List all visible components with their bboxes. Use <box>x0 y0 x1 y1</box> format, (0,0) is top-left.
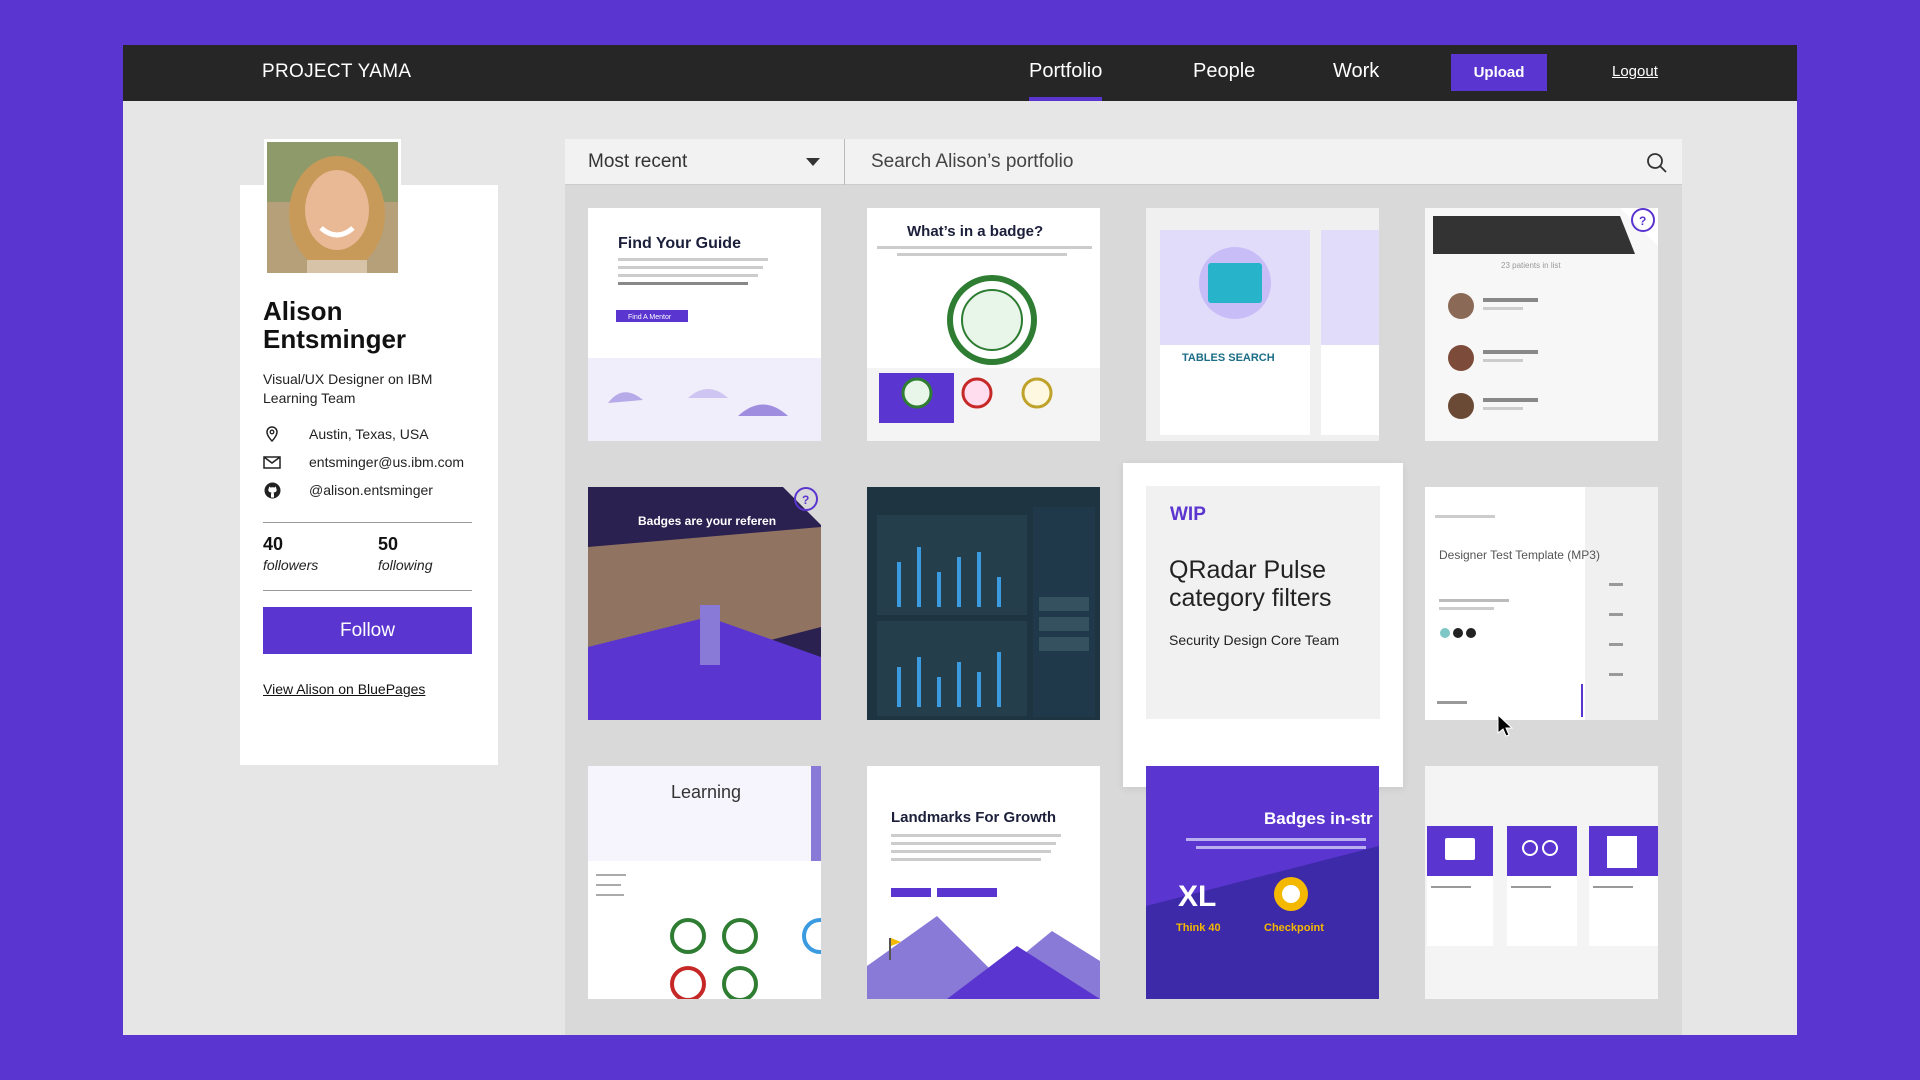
mail-icon <box>263 453 281 471</box>
svg-text:Find A Mentor: Find A Mentor <box>628 314 672 321</box>
portfolio-tile[interactable]: TABLES SEARCH <box>1146 208 1379 441</box>
location-pin-icon <box>263 425 281 443</box>
featured-subtitle: Security Design Core Team <box>1169 632 1340 648</box>
portfolio-tile[interactable]: Badges in-str XL Think 40 Checkpoint <box>1146 766 1379 999</box>
mouse-cursor-icon <box>1497 713 1514 743</box>
following-stat[interactable]: 50 following <box>378 534 432 573</box>
caret-down-icon <box>806 158 820 166</box>
followers-stat[interactable]: 40 followers <box>263 534 318 573</box>
svg-text:Badges in-str: Badges in-str <box>1264 809 1373 828</box>
svg-text:?: ? <box>802 493 809 507</box>
portfolio-tile[interactable]: Landmarks For Growth <box>867 766 1100 999</box>
follow-button[interactable]: Follow <box>263 607 472 654</box>
followers-label: followers <box>263 557 319 573</box>
svg-text:Checkpoint: Checkpoint <box>1264 922 1324 934</box>
search-input[interactable] <box>846 139 1646 185</box>
portfolio-tile[interactable]: Learning <box>588 766 821 999</box>
sort-value: Most recent <box>588 151 688 172</box>
profile-divider <box>263 590 472 591</box>
brand-name[interactable]: PROJECT YAMA <box>262 61 411 83</box>
nav-work[interactable]: Work <box>1333 60 1379 101</box>
sort-select[interactable]: Most recent <box>565 139 845 185</box>
svg-text:23 patients in list: 23 patients in list <box>1501 261 1561 270</box>
following-label: following <box>378 557 433 573</box>
svg-text:Landmarks For Growth: Landmarks For Growth <box>891 809 1056 826</box>
portfolio-tile[interactable] <box>1425 766 1658 999</box>
location-row: Austin, Texas, USA <box>263 424 429 444</box>
nav-people[interactable]: People <box>1193 60 1255 101</box>
profile-divider <box>263 522 472 523</box>
svg-text:Think 40: Think 40 <box>1176 922 1221 934</box>
followers-count: 40 <box>263 534 284 554</box>
portfolio-tile[interactable]: Badges are your referen ? <box>588 487 821 720</box>
svg-text:Designer Test Template (MP3): Designer Test Template (MP3) <box>1439 548 1600 562</box>
svg-text:Badges are your referen: Badges are your referen <box>638 514 776 528</box>
location-text: Austin, Texas, USA <box>309 426 429 442</box>
portfolio-tile[interactable]: Designer Test Template (MP3) <box>1425 487 1658 720</box>
svg-text:XL: XL <box>1178 880 1216 913</box>
profile-name: Alison Entsminger <box>263 296 407 354</box>
bluepages-link[interactable]: View Alison on BluePages <box>263 681 425 697</box>
browser-frame: PROJECT YAMA Portfolio People Work Uploa… <box>123 45 1797 1035</box>
portfolio-tile[interactable]: 23 patients in list ? <box>1425 208 1658 441</box>
svg-text:TABLES SEARCH: TABLES SEARCH <box>1182 352 1275 364</box>
logout-link[interactable]: Logout <box>1612 63 1658 80</box>
email-link[interactable]: entsminger@us.ibm.com <box>309 454 464 470</box>
portfolio-tile[interactable] <box>867 487 1100 720</box>
github-icon <box>263 481 281 499</box>
featured-project-card[interactable]: WIP QRadar Pulse category filters Securi… <box>1123 463 1403 787</box>
svg-text:Find Your Guide: Find Your Guide <box>618 235 741 252</box>
nav-portfolio[interactable]: Portfolio <box>1029 60 1103 101</box>
featured-project-thumbnail: WIP QRadar Pulse category filters Securi… <box>1146 486 1380 719</box>
github-row: @alison.entsminger <box>263 480 433 500</box>
top-navigation: PROJECT YAMA Portfolio People Work Uploa… <box>123 45 1797 101</box>
email-row: entsminger@us.ibm.com <box>263 452 464 472</box>
svg-text:Learning: Learning <box>671 782 741 802</box>
upload-button[interactable]: Upload <box>1451 54 1547 91</box>
portfolio-tile[interactable]: What’s in a badge? <box>867 208 1100 441</box>
following-count: 50 <box>378 534 399 554</box>
avatar <box>264 139 401 276</box>
svg-text:What’s in a badge?: What’s in a badge? <box>907 223 1043 240</box>
svg-text:?: ? <box>1639 214 1646 228</box>
featured-title: QRadar Pulse category filters <box>1169 556 1332 612</box>
wip-badge: WIP <box>1170 504 1206 525</box>
profile-role: Visual/UX Designer on IBM Learning Team <box>263 371 433 406</box>
portfolio-tile[interactable]: Find Your Guide Find A Mentor <box>588 208 821 441</box>
search-icon[interactable] <box>1646 152 1668 174</box>
filter-bar: Most recent <box>565 139 1682 185</box>
github-handle[interactable]: @alison.entsminger <box>309 482 433 498</box>
